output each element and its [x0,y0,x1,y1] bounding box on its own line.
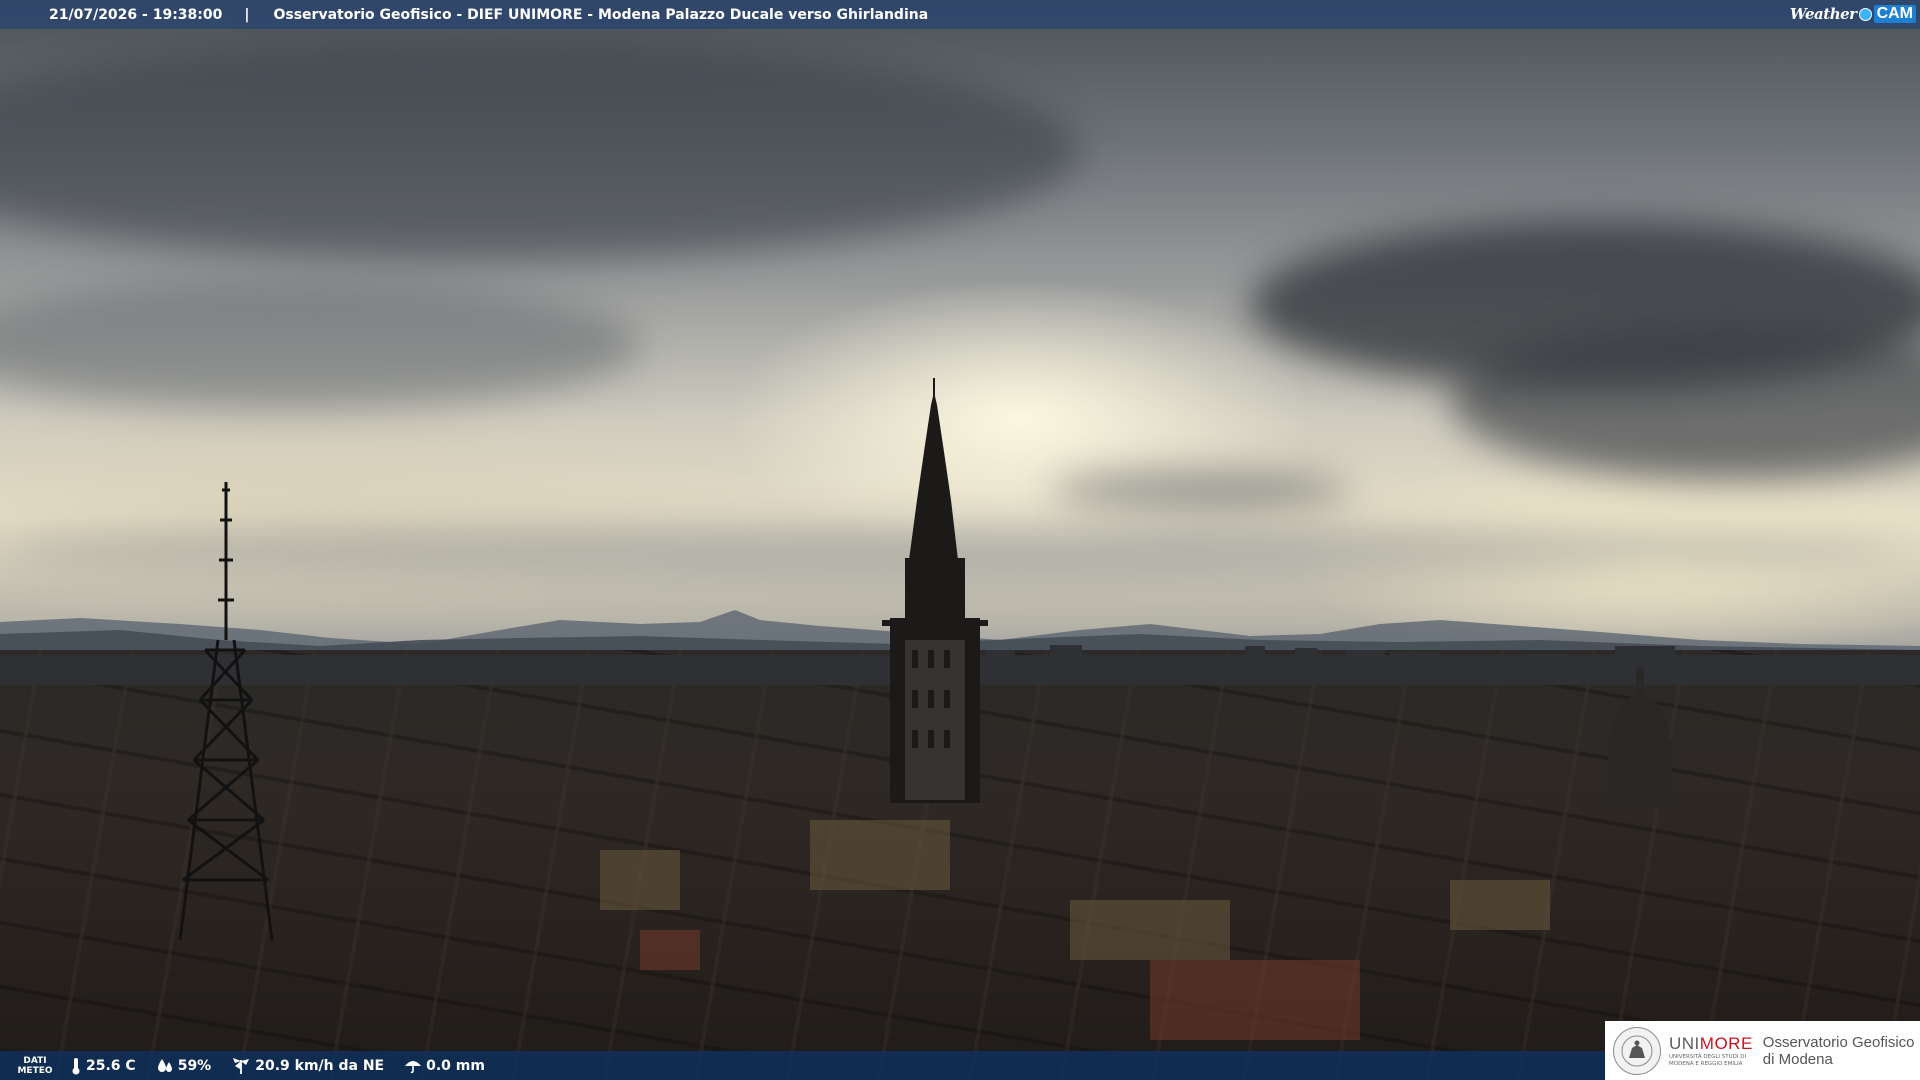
observatory-name: Osservatorio Geofisico di Modena [1763,1034,1915,1068]
unimore-subtitle-2: MODENA E REGGIO EMILIA [1669,1060,1743,1067]
church-dome [1608,668,1672,808]
weathercam-logo: Weather CAM [1790,3,1916,25]
antenna-mast [178,482,274,941]
university-seal-icon [1613,1026,1661,1075]
webcam-header-bar: 21/07/2026 - 19:38:00 | Osservatorio Geo… [0,0,1920,29]
rain-reading: 0.0 mm [404,1058,485,1074]
wind-value: 20.9 km/h da NE [255,1057,385,1074]
unimore-wordmark-more: MORE [1699,1033,1753,1053]
wind-reading: 20.9 km/h da NE [231,1057,384,1075]
weathercam-logo-dot [1858,7,1872,21]
humidity-icon [157,1058,172,1072]
temperature-reading: 25.6 C [70,1057,136,1075]
webcam-frame: 21/07/2026 - 19:38:00 | Osservatorio Geo… [0,0,1920,1080]
unimore-wordmark: UNIMORE UNIVERSITÀ DEGLI STUDI DI MODENA… [1669,1033,1753,1067]
thermometer-icon [72,1057,80,1074]
unimore-subtitle-1: UNIVERSITÀ DEGLI STUDI DI [1669,1053,1747,1060]
weather-label-line1: DATI [23,1055,47,1066]
weathercam-logo-cam: CAM [1873,5,1916,23]
weather-data-label: DATI METEO [0,1056,70,1076]
header-separator: | [244,6,250,23]
observatory-name-line2: di Modena [1762,1050,1833,1068]
unimore-wordmark-uni: UNI [1669,1033,1700,1053]
observatory-name-line1: Osservatorio Geofisico [1762,1033,1915,1051]
camera-title: Osservatorio Geofisico - DIEF UNIMORE - … [273,6,929,23]
humidity-reading: 59% [156,1057,212,1074]
skyline-silhouettes [0,378,1920,1040]
humidity-value: 59% [177,1057,212,1074]
rain-icon [405,1060,422,1073]
timestamp: 21/07/2026 - 19:38:00 [49,6,223,23]
rain-value: 0.0 mm [426,1057,485,1074]
weathercam-logo-weather: Weather [1789,5,1857,23]
temperature-value: 25.6 C [86,1057,136,1074]
weather-label-line2: METEO [17,1065,53,1076]
weather-data-bar: DATI METEO 25.6 C 59% 20.9 km/h da NE 0.… [0,1051,1605,1080]
wind-icon [233,1057,250,1074]
unimore-observatory-logo: UNIMORE UNIVERSITÀ DEGLI STUDI DI MODENA… [1605,1021,1920,1080]
